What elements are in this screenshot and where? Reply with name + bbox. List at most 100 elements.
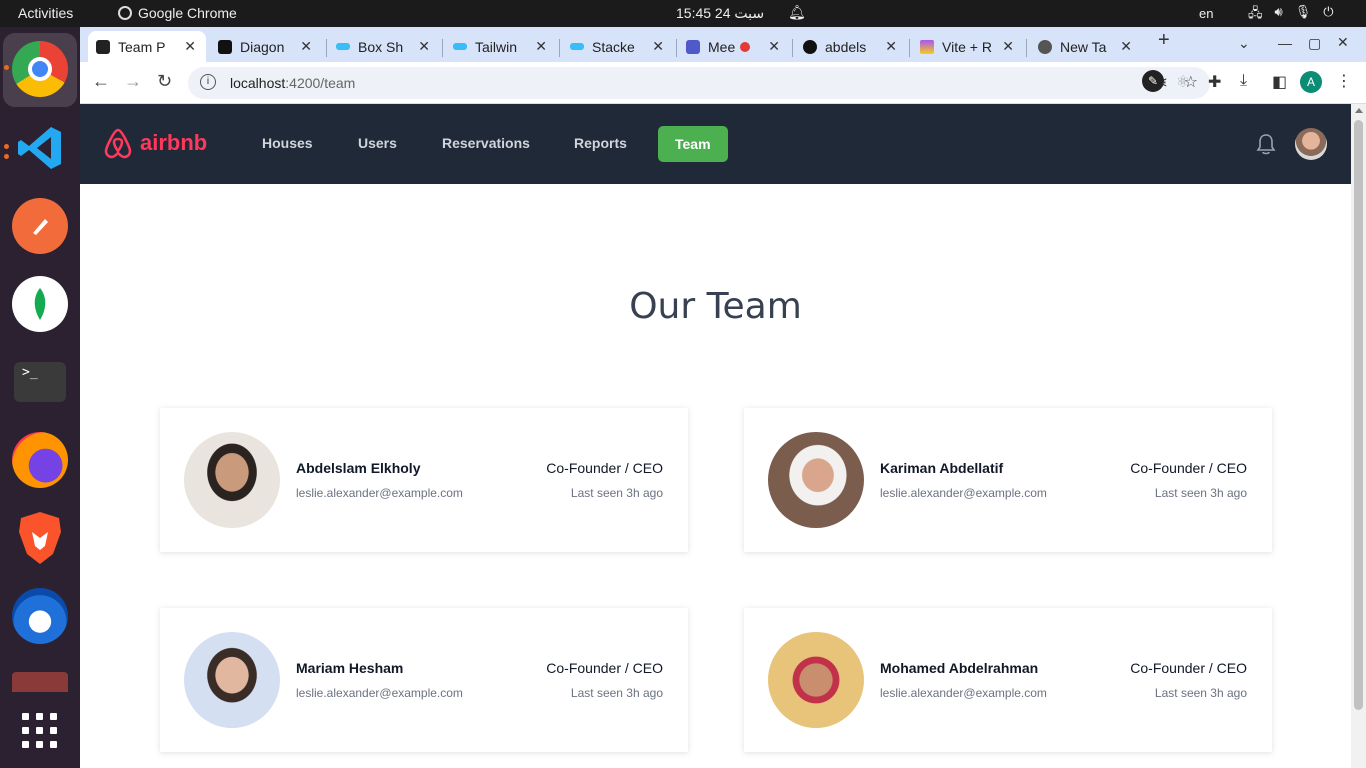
- tab-separator: [909, 39, 910, 57]
- site-info-icon[interactable]: i: [200, 74, 216, 90]
- scrollbar-thumb[interactable]: [1354, 120, 1363, 710]
- recording-dot-icon: [740, 41, 750, 52]
- member-photo: [768, 632, 864, 728]
- airbnb-logo[interactable]: airbnb: [102, 126, 207, 160]
- tab-title: abdels: [825, 38, 867, 55]
- system-top-bar: Activities Google Chrome 15:45 24 سبت 🔔︎…: [0, 0, 1366, 27]
- site-favicon-icon: [218, 39, 232, 54]
- team-card: Kariman Abdellatif leslie.alexander@exam…: [744, 408, 1272, 552]
- clock[interactable]: 15:45 24 سبت: [676, 5, 764, 22]
- tab-new-tab[interactable]: New Ta ✕: [1030, 31, 1142, 62]
- vscode-icon[interactable]: [12, 120, 68, 176]
- tab-title: Vite + R: [942, 38, 992, 55]
- tab-strip: Team P ✕ Diagon ✕ Box Sh ✕ Tailwin ✕ Sta…: [80, 27, 1366, 62]
- extensions-puzzle-icon[interactable]: ✚: [1208, 72, 1221, 92]
- tab-vite[interactable]: Vite + R ✕: [912, 31, 1024, 62]
- tab-separator: [326, 39, 327, 57]
- color-picker-extension-icon[interactable]: ✎: [1142, 70, 1164, 92]
- close-tab-icon[interactable]: ✕: [1002, 38, 1014, 55]
- activities-button[interactable]: Activities: [18, 5, 73, 21]
- close-tab-icon[interactable]: ✕: [300, 38, 312, 55]
- nav-houses[interactable]: Houses: [262, 135, 313, 151]
- tab-box-shadow[interactable]: Box Sh ✕: [328, 31, 440, 62]
- page-scrollbar[interactable]: [1351, 104, 1366, 768]
- address-bar[interactable]: i localhost:4200/team ⋖ ☆: [188, 67, 1210, 99]
- tab-title: Team P: [118, 38, 166, 55]
- new-tab-plus-icon[interactable]: +: [1158, 29, 1170, 52]
- tab-stacked[interactable]: Stacke ✕: [562, 31, 674, 62]
- notifications-bell-icon[interactable]: [1256, 133, 1276, 160]
- member-photo: [184, 632, 280, 728]
- tab-separator: [792, 39, 793, 57]
- close-tab-icon[interactable]: ✕: [184, 38, 196, 55]
- team-card: Mariam Hesham leslie.alexander@example.c…: [160, 608, 688, 752]
- app-menu[interactable]: Google Chrome: [118, 5, 237, 21]
- app-name: Google Chrome: [138, 5, 237, 21]
- tab-title: Diagon: [240, 38, 285, 55]
- tailwind-favicon-icon: [453, 43, 467, 50]
- team-card: Abdelslam Elkholy leslie.alexander@examp…: [160, 408, 688, 552]
- member-photo: [768, 432, 864, 528]
- back-arrow-icon[interactable]: ←: [92, 71, 110, 92]
- download-icon[interactable]: ⤓: [1240, 72, 1247, 90]
- airbnb-logo-icon: [104, 128, 132, 159]
- power-icon: ⏻: [1323, 4, 1334, 19]
- close-tab-icon[interactable]: ✕: [1120, 38, 1132, 55]
- tab-diagon[interactable]: Diagon ✕: [210, 31, 322, 62]
- maximize-icon[interactable]: ▢: [1308, 35, 1321, 52]
- chrome-menu-icon[interactable]: ⋮: [1336, 71, 1352, 91]
- member-photo: [184, 432, 280, 528]
- notification-bell-icon: 🔔︎: [788, 4, 806, 20]
- tab-title: New Ta: [1060, 38, 1107, 55]
- terminal-icon[interactable]: >_: [14, 362, 66, 402]
- minimize-icon[interactable]: —: [1278, 35, 1292, 51]
- tailwind-favicon-icon: [336, 43, 350, 50]
- profile-avatar[interactable]: A: [1300, 71, 1322, 93]
- chrome-icon[interactable]: [12, 41, 68, 97]
- tab-tailwind[interactable]: Tailwin ✕: [445, 31, 557, 62]
- mongodb-compass-icon[interactable]: [12, 276, 68, 332]
- close-tab-icon[interactable]: ✕: [418, 38, 430, 55]
- vite-favicon-icon: [920, 39, 934, 54]
- tab-meet[interactable]: Mee ✕: [678, 31, 790, 62]
- close-tab-icon[interactable]: ✕: [535, 38, 547, 55]
- tab-github[interactable]: abdels ✕: [795, 31, 907, 62]
- member-role: Co-Founder / CEO: [1130, 660, 1247, 676]
- nav-reservations[interactable]: Reservations: [442, 135, 530, 151]
- member-last-seen: Last seen 3h ago: [570, 686, 663, 700]
- team-card: Mohamed Abdelrahman leslie.alexander@exa…: [744, 608, 1272, 752]
- brave-icon[interactable]: [12, 510, 68, 566]
- react-devtools-icon[interactable]: ⚛: [1176, 72, 1190, 92]
- firefox-icon[interactable]: [12, 432, 68, 488]
- scroll-up-arrow-icon[interactable]: [1355, 108, 1363, 113]
- github-favicon-icon: [803, 39, 817, 54]
- show-apps-grid-icon[interactable]: [12, 703, 68, 759]
- microphone-icon: 🎙︎: [1294, 4, 1312, 19]
- files-icon[interactable]: [12, 672, 68, 692]
- browser-toolbar: ← → ↻ i localhost:4200/team ⋖ ☆ ✎ ⚛ ✚ ⤓ …: [80, 62, 1366, 104]
- url-text: localhost:4200/team: [230, 75, 356, 91]
- close-window-icon[interactable]: ✕: [1337, 34, 1349, 51]
- running-indicator: [4, 144, 9, 149]
- member-role: Co-Founder / CEO: [546, 660, 663, 676]
- tab-separator: [676, 39, 677, 57]
- postman-icon[interactable]: [12, 198, 68, 254]
- close-tab-icon[interactable]: ✕: [768, 38, 780, 55]
- system-tray[interactable]: 🖧 🔊︎ 🎙︎ ⏻: [1248, 4, 1334, 26]
- nav-team[interactable]: Team: [658, 126, 728, 162]
- tab-search-chevron-icon[interactable]: ⌄: [1238, 35, 1250, 52]
- reload-icon[interactable]: ↻: [157, 71, 172, 92]
- member-email: leslie.alexander@example.com: [296, 486, 463, 500]
- tailwind-favicon-icon: [570, 43, 584, 50]
- forward-arrow-icon[interactable]: →: [124, 71, 142, 92]
- side-panel-icon[interactable]: ◧: [1272, 72, 1287, 92]
- thunderbird-icon[interactable]: [12, 588, 68, 644]
- app-navbar: airbnb Houses Users Reservations Reports…: [80, 104, 1351, 184]
- close-tab-icon[interactable]: ✕: [652, 38, 664, 55]
- tab-team[interactable]: Team P ✕: [88, 31, 206, 62]
- nav-reports[interactable]: Reports: [574, 135, 627, 151]
- nav-users[interactable]: Users: [358, 135, 397, 151]
- user-avatar[interactable]: [1295, 128, 1327, 160]
- close-tab-icon[interactable]: ✕: [885, 38, 897, 55]
- keyboard-language[interactable]: en: [1199, 6, 1213, 21]
